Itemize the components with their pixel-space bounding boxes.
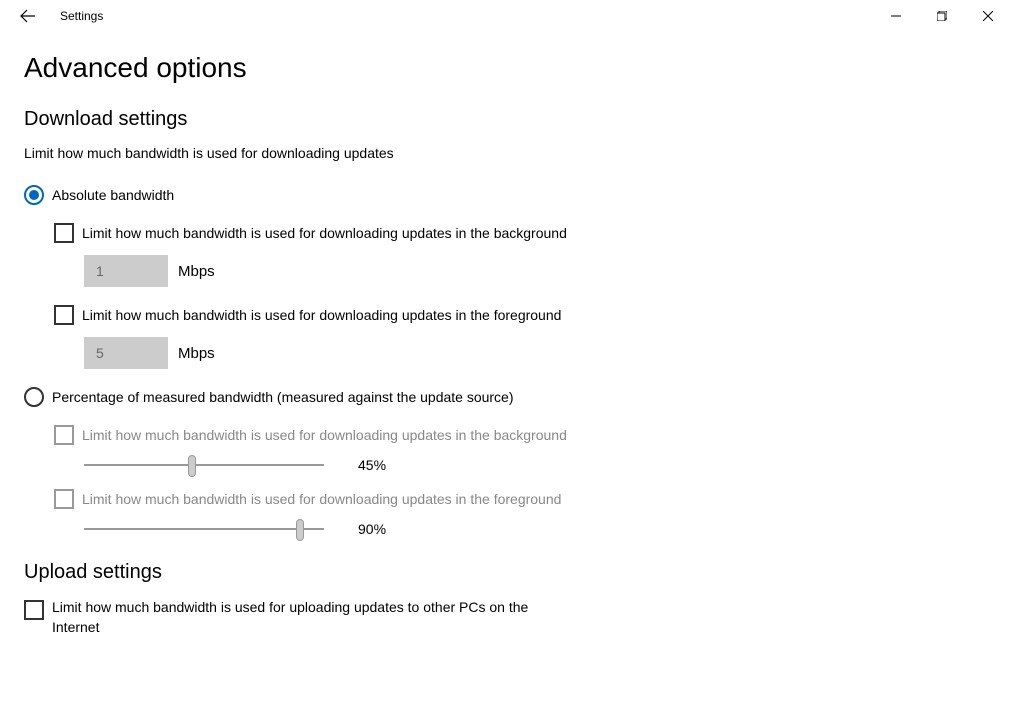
checkbox-percentage-bg: Limit how much bandwidth is used for dow… bbox=[54, 425, 987, 445]
radio-icon-selected bbox=[24, 185, 44, 205]
percentage-bg-slider-row: 45% bbox=[84, 457, 987, 473]
percentage-fg-slider-row: 90% bbox=[84, 521, 987, 537]
checkbox-upload-label: Limit how much bandwidth is used for upl… bbox=[52, 598, 572, 637]
back-arrow-icon bbox=[20, 8, 36, 24]
window-title: Settings bbox=[60, 9, 103, 23]
checkbox-icon bbox=[54, 305, 74, 325]
absolute-bg-input[interactable] bbox=[84, 255, 168, 287]
content-area: Advanced options Download settings Limit… bbox=[0, 32, 1011, 637]
checkbox-icon bbox=[24, 600, 44, 620]
absolute-bg-input-row: Mbps bbox=[84, 255, 987, 287]
page-title: Advanced options bbox=[24, 52, 987, 84]
radio-percentage-label: Percentage of measured bandwidth (measur… bbox=[52, 389, 514, 405]
absolute-fg-unit: Mbps bbox=[178, 345, 215, 362]
radio-absolute-label: Absolute bandwidth bbox=[52, 187, 174, 203]
checkbox-percentage-fg: Limit how much bandwidth is used for dow… bbox=[54, 489, 987, 509]
checkbox-icon-disabled bbox=[54, 425, 74, 445]
checkbox-icon bbox=[54, 223, 74, 243]
percentage-fg-slider bbox=[84, 528, 324, 530]
download-section-title: Download settings bbox=[24, 108, 987, 131]
checkbox-absolute-fg[interactable]: Limit how much bandwidth is used for dow… bbox=[54, 305, 987, 325]
checkbox-absolute-bg[interactable]: Limit how much bandwidth is used for dow… bbox=[54, 223, 987, 243]
slider-thumb bbox=[188, 455, 196, 477]
absolute-fg-input[interactable] bbox=[84, 337, 168, 369]
checkbox-absolute-bg-label: Limit how much bandwidth is used for dow… bbox=[82, 225, 567, 241]
checkbox-icon-disabled bbox=[54, 489, 74, 509]
close-icon bbox=[983, 11, 993, 21]
checkbox-percentage-bg-label: Limit how much bandwidth is used for dow… bbox=[82, 427, 567, 443]
upload-section-title: Upload settings bbox=[24, 561, 987, 584]
slider-thumb bbox=[296, 519, 304, 541]
checkbox-upload-limit[interactable]: Limit how much bandwidth is used for upl… bbox=[24, 598, 987, 637]
minimize-icon bbox=[891, 11, 901, 21]
maximize-icon bbox=[937, 11, 947, 21]
radio-percentage-bandwidth[interactable]: Percentage of measured bandwidth (measur… bbox=[24, 387, 987, 407]
titlebar: Settings bbox=[0, 0, 1011, 32]
minimize-button[interactable] bbox=[873, 0, 919, 32]
back-button[interactable] bbox=[12, 0, 44, 32]
checkbox-absolute-fg-label: Limit how much bandwidth is used for dow… bbox=[82, 307, 561, 323]
maximize-button[interactable] bbox=[919, 0, 965, 32]
checkbox-percentage-fg-label: Limit how much bandwidth is used for dow… bbox=[82, 491, 561, 507]
absolute-bg-unit: Mbps bbox=[178, 263, 215, 280]
close-button[interactable] bbox=[965, 0, 1011, 32]
absolute-subgroup: Limit how much bandwidth is used for dow… bbox=[54, 223, 987, 369]
percentage-subgroup: Limit how much bandwidth is used for dow… bbox=[54, 425, 987, 537]
percentage-fg-value: 90% bbox=[358, 521, 386, 537]
percentage-bg-value: 45% bbox=[358, 457, 386, 473]
radio-icon-unselected bbox=[24, 387, 44, 407]
upload-section: Upload settings Limit how much bandwidth… bbox=[24, 561, 987, 637]
window-controls bbox=[873, 0, 1011, 32]
radio-absolute-bandwidth[interactable]: Absolute bandwidth bbox=[24, 185, 987, 205]
percentage-bg-slider bbox=[84, 464, 324, 466]
download-description: Limit how much bandwidth is used for dow… bbox=[24, 145, 987, 161]
absolute-fg-input-row: Mbps bbox=[84, 337, 987, 369]
